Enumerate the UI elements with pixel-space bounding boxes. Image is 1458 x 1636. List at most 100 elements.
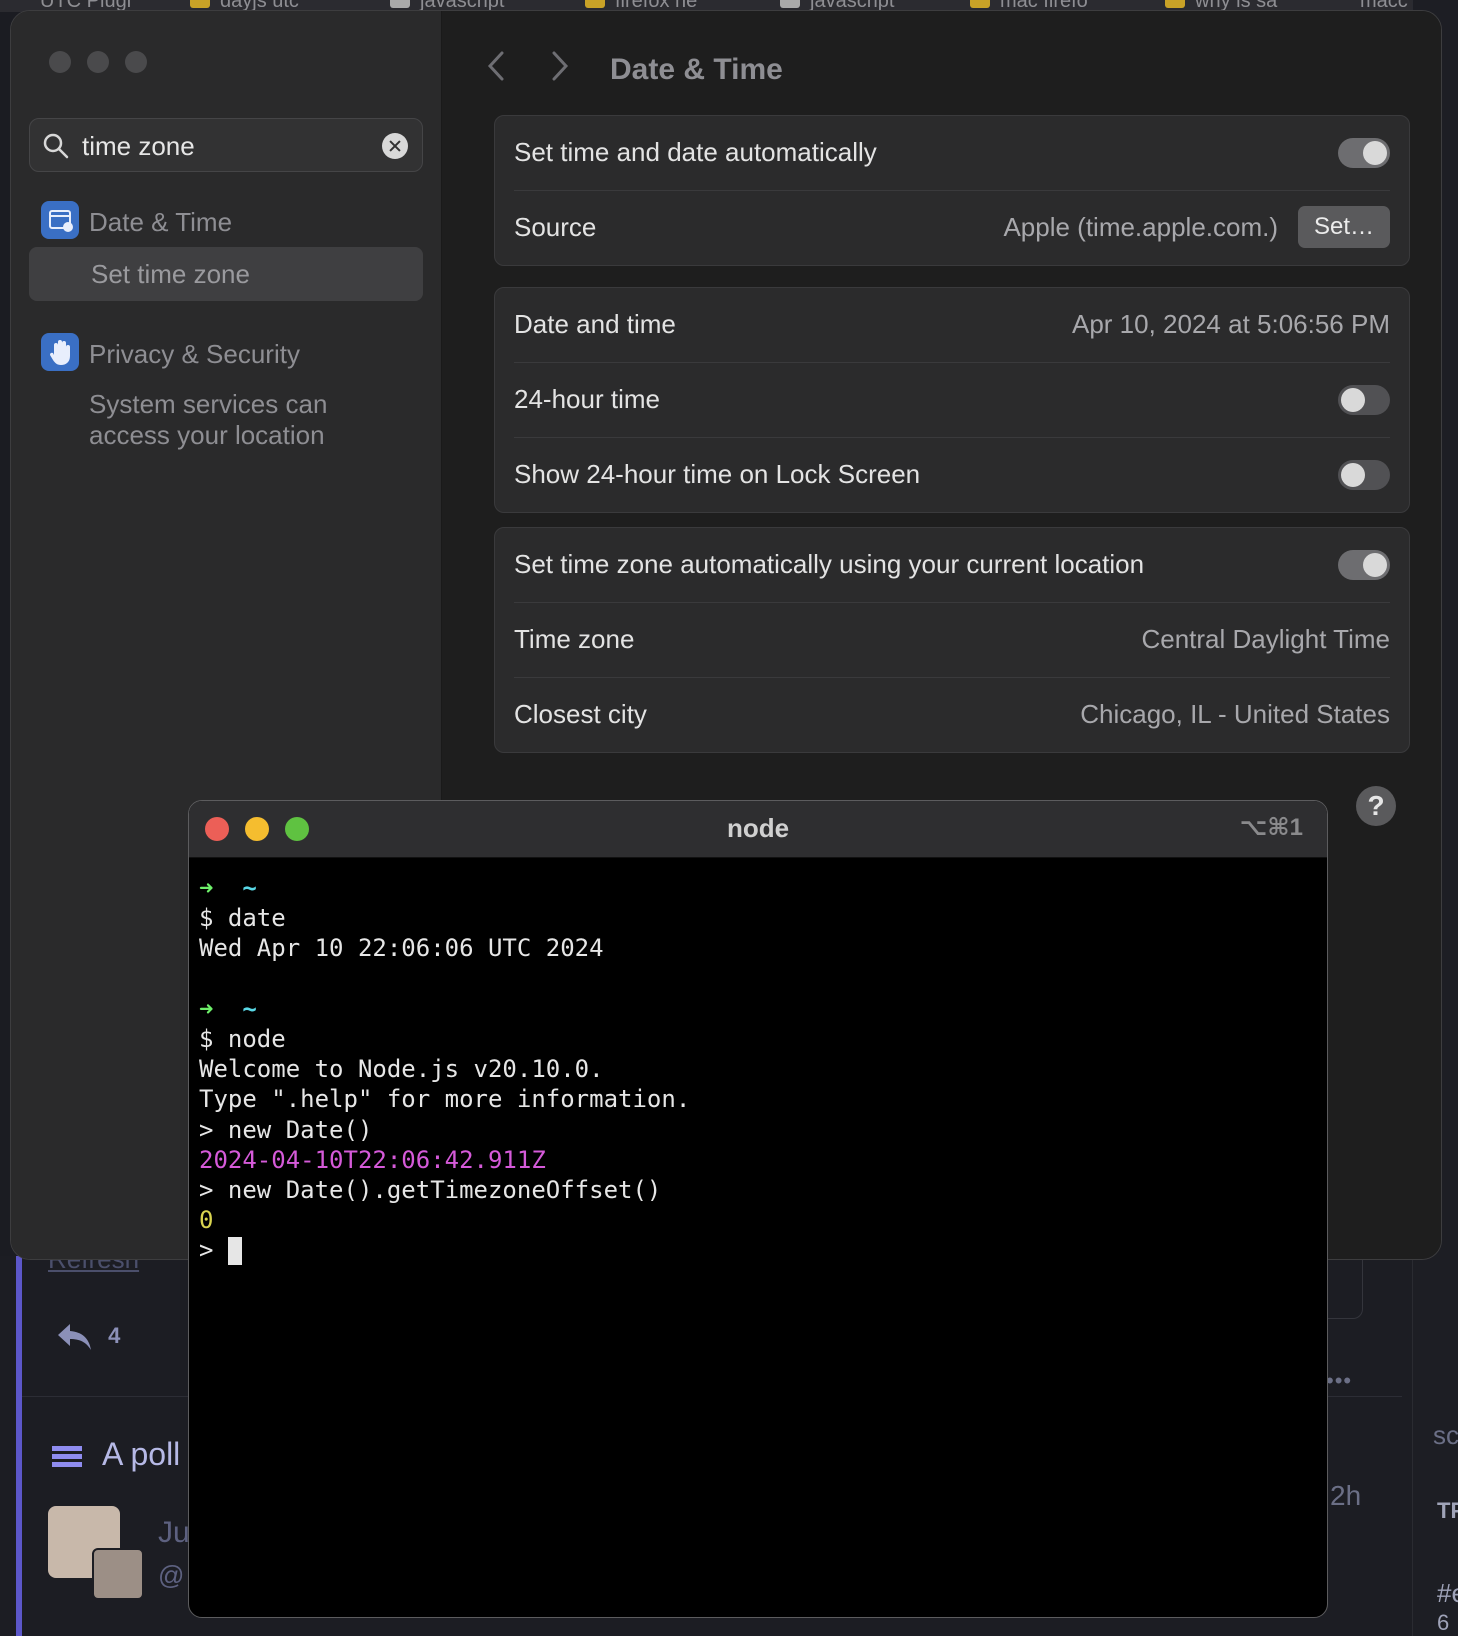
repl-result-line: 2024-04-10T22:06:42.911Z	[199, 1145, 546, 1174]
output-line: Wed Apr 10 22:06:06 UTC 2024	[199, 934, 604, 963]
set-source-button[interactable]: Set…	[1298, 206, 1390, 248]
sidebar-item-label: Set time zone	[91, 259, 250, 289]
repl-prompt-line: >	[199, 1235, 1317, 1266]
browser-tab[interactable]: mac firefo	[970, 0, 1088, 12]
setting-row: Set time and date automatically	[514, 116, 1390, 191]
source-value: Apple (time.apple.com.)	[1003, 212, 1278, 242]
chevron-right-icon	[552, 51, 569, 81]
text-cursor	[227, 1237, 242, 1266]
prompt-line: ➜ ~	[199, 994, 1317, 1024]
terminal-shortcut: ⌥⌘1	[1239, 814, 1303, 841]
reply-button[interactable]: 4	[56, 1322, 120, 1352]
sidebar-item-privacy-security[interactable]: Privacy & Security	[89, 339, 300, 370]
settings-search	[29, 118, 423, 172]
lock-screen-24-hour-toggle[interactable]	[1338, 460, 1390, 490]
settings-group-time-zone: Set time zone automatically using your c…	[494, 527, 1410, 753]
window-zoom-button[interactable]	[125, 51, 147, 73]
setting-label: Source	[514, 212, 597, 242]
avatar[interactable]	[92, 1548, 144, 1600]
setting-row: Source Apple (time.apple.com.) Set…	[514, 191, 1390, 265]
reply-count: 4	[108, 1322, 121, 1348]
setting-row: Set time zone automatically using your c…	[514, 528, 1390, 603]
author-name[interactable]: Ju	[158, 1516, 190, 1550]
tab-favicon-icon	[970, 0, 990, 8]
bg-right-text: 6	[1437, 1610, 1450, 1635]
browser-tab[interactable]: javascript	[390, 0, 504, 12]
setting-label: 24-hour time	[514, 384, 660, 414]
setting-label: Closest city	[514, 699, 647, 729]
terminal-title: node	[726, 813, 790, 843]
setting-row: Show 24-hour time on Lock Screen	[514, 438, 1390, 512]
command-line: $ date	[199, 904, 286, 933]
closest-city-value: Chicago, IL - United States	[1080, 699, 1390, 729]
terminal-output[interactable]: ➜ ~ $ date Wed Apr 10 22:06:06 UTC 2024 ➜ …	[199, 873, 1317, 1266]
output-line: Welcome to Node.js v20.10.0.	[199, 1055, 604, 1084]
browser-tab[interactable]: macc	[1360, 0, 1408, 12]
reply-icon	[58, 1324, 91, 1350]
setting-label: Date and time	[514, 309, 676, 339]
setting-row: 24-hour time	[514, 363, 1390, 438]
browser-tab[interactable]: dayjs utc	[190, 0, 299, 12]
prompt-arrow-icon: ➜	[199, 994, 214, 1023]
back-button[interactable]	[484, 49, 508, 92]
setting-row: Time zone Central Daylight Time	[514, 603, 1390, 678]
setting-label: Set time zone automatically using your c…	[514, 549, 1145, 579]
more-options-icon[interactable]: •••	[1326, 1368, 1352, 1394]
prompt-line: ➜ ~	[199, 873, 1317, 903]
sidebar-item-date-time[interactable]: Date & Time	[89, 207, 232, 238]
prompt-dir: ~	[242, 994, 257, 1023]
repl-prompt: >	[199, 1236, 228, 1265]
calendar-clock-icon	[41, 201, 79, 239]
window-close-button[interactable]	[49, 51, 71, 73]
post-age: 2h	[1330, 1480, 1362, 1511]
bg-right-text: TF	[1437, 1498, 1458, 1523]
settings-group-date-time: Date and time Apr 10, 2024 at 5:06:56 PM…	[494, 287, 1410, 513]
browser-tab[interactable]: why is sa	[1165, 0, 1277, 12]
search-input[interactable]	[80, 128, 374, 164]
bg-right-text: sc	[1433, 1420, 1458, 1450]
author-handle: @	[158, 1560, 185, 1590]
24-hour-time-toggle[interactable]	[1338, 385, 1390, 415]
poll-title-text: A poll	[102, 1436, 181, 1472]
tab-favicon-icon	[190, 0, 210, 8]
date-time-value[interactable]: Apr 10, 2024 at 5:06:56 PM	[1072, 309, 1390, 340]
help-button[interactable]: ?	[1356, 786, 1396, 826]
forward-button[interactable]	[548, 49, 572, 92]
set-time-automatically-toggle[interactable]	[1338, 138, 1390, 168]
command-line: $ node	[199, 1025, 286, 1054]
terminal-titlebar: node ⌥⌘1	[189, 801, 1327, 858]
browser-tab[interactable]: firefox ne	[585, 0, 697, 12]
repl-input-line: > new Date()	[199, 1115, 373, 1144]
poll-icon	[52, 1445, 82, 1468]
tab-favicon-icon	[1165, 0, 1185, 8]
browser-tab[interactable]: UTC Plugi	[40, 0, 131, 12]
sidebar-item-location-services[interactable]: System services can access your location	[89, 389, 349, 451]
thread-accent-bar	[16, 1256, 22, 1636]
chevron-left-icon	[487, 51, 504, 81]
setting-label: Show 24-hour time on Lock Screen	[514, 459, 921, 489]
tab-favicon-icon	[390, 0, 410, 8]
hand-icon	[41, 333, 79, 371]
clear-search-icon[interactable]	[382, 133, 408, 159]
window-minimize-button[interactable]	[87, 51, 109, 73]
auto-time-zone-toggle[interactable]	[1338, 550, 1390, 580]
repl-result-line: 0	[199, 1206, 214, 1235]
browser-tab[interactable]: javascript	[780, 0, 894, 12]
poll-title[interactable]: A poll	[52, 1436, 180, 1473]
page-title: Date & Time	[610, 53, 783, 86]
sidebar-item-set-time-zone[interactable]: Set time zone	[29, 247, 423, 301]
setting-label: Set time and date automatically	[514, 137, 877, 167]
terminal-window: node ⌥⌘1 ➜ ~ $ date Wed Apr 10 22:06:06 UT…	[188, 800, 1328, 1618]
setting-label: Time zone	[514, 624, 635, 654]
setting-row: Closest city Chicago, IL - United States	[514, 678, 1390, 752]
time-zone-value: Central Daylight Time	[1141, 624, 1390, 654]
bg-right-text: #e	[1437, 1578, 1458, 1608]
settings-group-auto-time: Set time and date automatically Source A…	[494, 115, 1410, 266]
tab-favicon-icon	[780, 0, 800, 8]
prompt-arrow-icon: ➜	[199, 874, 214, 902]
tab-favicon-icon	[585, 0, 605, 8]
search-icon	[43, 133, 69, 159]
output-line: Type ".help" for more information.	[199, 1085, 691, 1114]
prompt-dir: ~	[242, 874, 257, 902]
